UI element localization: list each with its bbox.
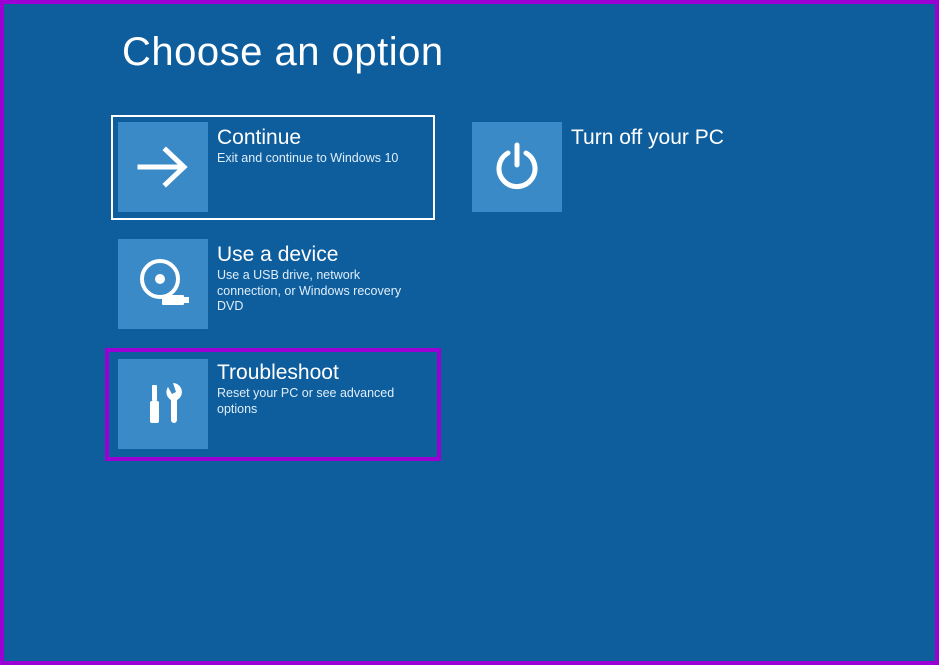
option-title: Turn off your PC	[571, 126, 724, 149]
option-continue[interactable]: Continue Exit and continue to Windows 10	[111, 115, 435, 220]
arrow-right-icon	[118, 122, 208, 212]
option-title: Use a device	[217, 243, 425, 266]
option-title: Continue	[217, 126, 398, 149]
option-subtitle: Reset your PC or see advanced options	[217, 386, 425, 417]
option-subtitle: Use a USB drive, network connection, or …	[217, 268, 425, 315]
option-turn-off[interactable]: Turn off your PC	[465, 115, 789, 220]
option-subtitle: Exit and continue to Windows 10	[217, 151, 398, 167]
option-troubleshoot[interactable]: Troubleshoot Reset your PC or see advanc…	[105, 348, 441, 461]
option-title: Troubleshoot	[217, 361, 425, 384]
power-icon	[472, 122, 562, 212]
disc-icon	[118, 239, 208, 329]
options-grid: Continue Exit and continue to Windows 10…	[111, 115, 891, 473]
option-use-device[interactable]: Use a device Use a USB drive, network co…	[111, 232, 435, 337]
page-title: Choose an option	[122, 30, 444, 75]
tools-icon	[118, 359, 208, 449]
